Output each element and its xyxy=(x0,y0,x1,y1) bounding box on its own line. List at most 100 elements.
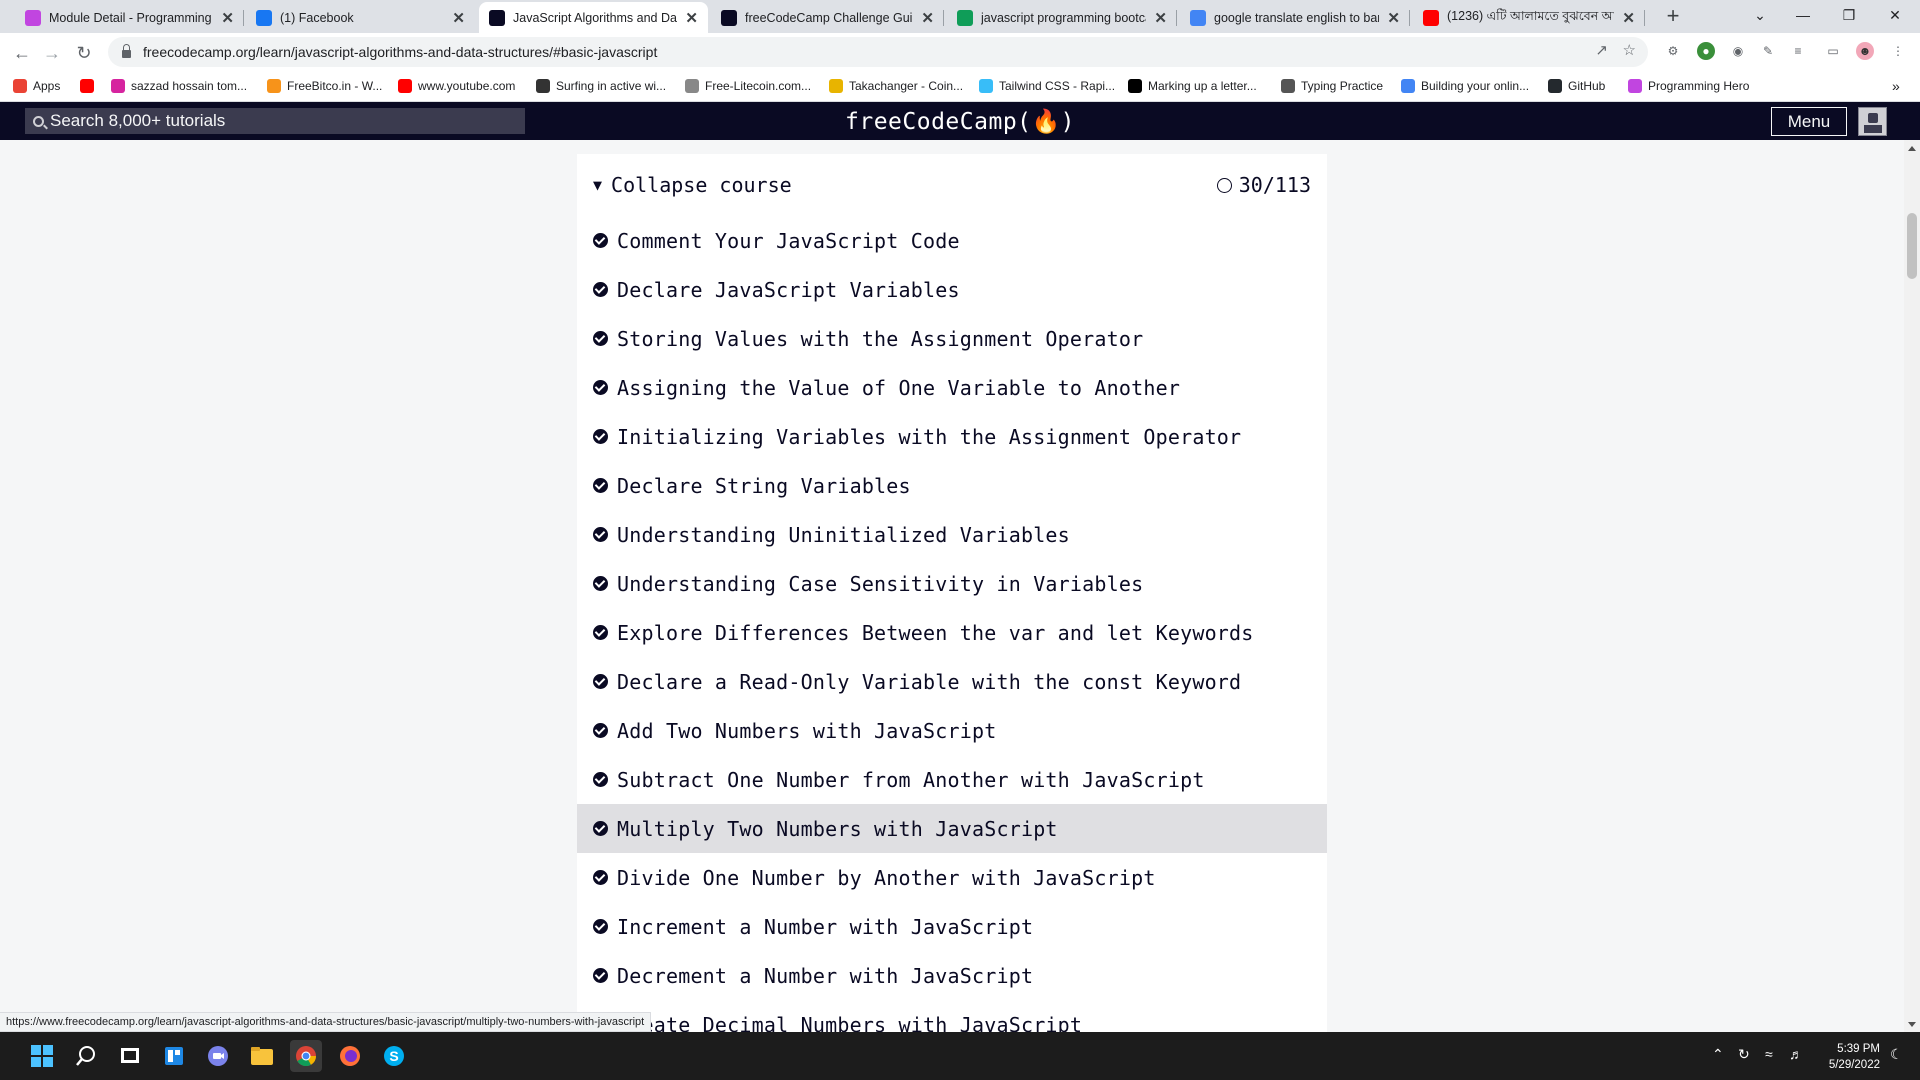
lesson-link[interactable]: Declare JavaScript Variables xyxy=(577,265,1327,314)
forward-button[interactable]: → xyxy=(39,40,65,66)
bookmark-item[interactable]: GitHub xyxy=(1548,76,1605,96)
teams-chat-icon[interactable] xyxy=(202,1040,234,1072)
lesson-link[interactable]: Storing Values with the Assignment Opera… xyxy=(577,314,1327,363)
widgets-icon[interactable] xyxy=(158,1040,190,1072)
tab-close-icon[interactable]: ✕ xyxy=(1622,9,1635,27)
lesson-link[interactable]: Multiply Two Numbers with JavaScript xyxy=(577,804,1327,853)
scroll-down-arrow-icon[interactable] xyxy=(1908,1022,1916,1027)
browser-tab[interactable]: (1) Facebook ✕ xyxy=(246,2,475,33)
share-icon[interactable]: ↗ xyxy=(1595,41,1608,59)
reload-button[interactable]: ↻ xyxy=(71,40,97,66)
lesson-link[interactable]: Initializing Variables with the Assignme… xyxy=(577,412,1327,461)
bookmark-item[interactable]: Typing Practice xyxy=(1281,76,1383,96)
lesson-link[interactable]: Decrement a Number with JavaScript xyxy=(577,951,1327,1000)
lesson-link[interactable]: Understanding Uninitialized Variables xyxy=(577,510,1327,559)
scroll-up-arrow-icon[interactable] xyxy=(1908,146,1916,151)
url-bar[interactable]: freecodecamp.org/learn/javascript-algori… xyxy=(108,37,1648,67)
lesson-title: Create Decimal Numbers with JavaScript xyxy=(617,1012,1083,1033)
browser-tab[interactable]: JavaScript Algorithms and Data ✕ xyxy=(479,2,708,33)
tab-close-icon[interactable]: ✕ xyxy=(221,9,234,27)
page-scrollbar[interactable] xyxy=(1904,140,1920,1032)
bookmark-item[interactable]: Building your onlin... xyxy=(1401,76,1529,96)
profile-avatar-icon[interactable]: ☻ xyxy=(1856,42,1874,60)
system-clock[interactable]: 5:39 PM 5/29/2022 xyxy=(1818,1041,1880,1073)
lesson-link[interactable]: Understanding Case Sensitivity in Variab… xyxy=(577,559,1327,608)
lesson-title: Assigning the Value of One Variable to A… xyxy=(617,375,1181,400)
apps-grid-icon xyxy=(13,79,27,93)
caret-down-icon: ▼ xyxy=(593,176,603,194)
reading-list-icon[interactable]: ≡ xyxy=(1789,42,1807,60)
course-block: ▼ Collapse course 30/113 Comment Your Ja… xyxy=(577,154,1327,1032)
browser-tab[interactable]: javascript programming bootca ✕ xyxy=(947,2,1177,33)
bookmark-item[interactable]: Apps xyxy=(13,76,60,96)
bookmark-star-icon[interactable]: ☆ xyxy=(1623,41,1636,59)
lesson-link[interactable]: Increment a Number with JavaScript xyxy=(577,902,1327,951)
chrome-menu-icon[interactable]: ⋮ xyxy=(1889,42,1907,60)
bookmark-item[interactable]: www.youtube.com xyxy=(398,76,515,96)
lesson-title: Understanding Case Sensitivity in Variab… xyxy=(617,571,1144,596)
bookmark-item[interactable]: Programming Hero xyxy=(1628,76,1749,96)
bookmark-item[interactable]: Tailwind CSS - Rapi... xyxy=(979,76,1115,96)
skype-icon[interactable]: S xyxy=(378,1040,410,1072)
user-avatar[interactable] xyxy=(1858,107,1887,136)
wifi-icon[interactable]: ≈ xyxy=(1765,1046,1773,1062)
side-panel-icon[interactable]: ▭ xyxy=(1824,42,1842,60)
tab-close-icon[interactable]: ✕ xyxy=(1154,9,1167,27)
fcc-logo[interactable]: freeCodeCamp(🔥) xyxy=(0,108,1920,135)
translate-extension-icon[interactable]: ⚙ xyxy=(1664,42,1682,60)
bookmarks-bar: Apps sazzad hossain tom... FreeBitco.in - … xyxy=(0,71,1920,102)
file-explorer-icon[interactable] xyxy=(246,1040,278,1072)
bookmark-item[interactable]: Marking up a letter... xyxy=(1128,76,1257,96)
menu-button[interactable]: Menu xyxy=(1771,107,1847,136)
camera-extension-icon[interactable]: ◉ xyxy=(1729,42,1747,60)
lesson-title: Add Two Numbers with JavaScript xyxy=(617,718,997,743)
sync-icon[interactable]: ↻ xyxy=(1738,1046,1750,1063)
minimize-button[interactable]: — xyxy=(1780,0,1826,30)
lesson-title: Explore Differences Between the var and … xyxy=(617,620,1254,645)
bookmark-label: Takachanger - Coin... xyxy=(849,79,964,93)
lesson-link[interactable]: Explore Differences Between the var and … xyxy=(577,608,1327,657)
bookmark-item[interactable]: Surfing in active wi... xyxy=(536,76,666,96)
bookmark-item[interactable]: Free-Litecoin.com... xyxy=(685,76,811,96)
browser-tab[interactable]: google translate english to banç ✕ xyxy=(1180,2,1410,33)
lesson-link[interactable]: Add Two Numbers with JavaScript xyxy=(577,706,1327,755)
bookmark-item[interactable]: sazzad hossain tom... xyxy=(111,76,247,96)
scrollbar-thumb[interactable] xyxy=(1907,213,1917,279)
chrome-icon[interactable] xyxy=(290,1040,322,1072)
close-window-button[interactable]: ✕ xyxy=(1872,0,1918,30)
lesson-link[interactable]: Assigning the Value of One Variable to A… xyxy=(577,363,1327,412)
tray-chevron-up-icon[interactable]: ⌃ xyxy=(1712,1046,1724,1063)
lesson-link[interactable]: Declare a Read-Only Variable with the co… xyxy=(577,657,1327,706)
back-button[interactable]: ← xyxy=(9,40,35,66)
firefox-icon[interactable] xyxy=(334,1040,366,1072)
bookmark-item[interactable]: FreeBitco.in - W... xyxy=(267,76,382,96)
bookmarks-overflow-button[interactable]: » xyxy=(1892,76,1900,96)
bookmark-item[interactable]: Takachanger - Coin... xyxy=(829,76,963,96)
lesson-link[interactable]: Comment Your JavaScript Code xyxy=(577,216,1327,265)
browser-tab[interactable]: (1236) এটি আলামতে বুঝবেন আ ✕ xyxy=(1413,2,1645,33)
tab-close-icon[interactable]: ✕ xyxy=(685,9,698,27)
volume-icon[interactable]: ♬ xyxy=(1789,1046,1803,1062)
lesson-link[interactable]: Create Decimal Numbers with JavaScript xyxy=(577,1000,1327,1032)
task-view-icon[interactable] xyxy=(114,1040,146,1072)
lesson-link[interactable]: Divide One Number by Another with JavaSc… xyxy=(577,853,1327,902)
tab-close-icon[interactable]: ✕ xyxy=(1387,9,1400,27)
browser-tab[interactable]: freeCodeCamp Challenge Guide ✕ xyxy=(711,2,944,33)
check-circle-icon xyxy=(593,723,608,738)
windows-start-icon[interactable] xyxy=(26,1040,58,1072)
browser-tab[interactable]: Module Detail - Programming H ✕ xyxy=(15,2,244,33)
bookmark-item[interactable] xyxy=(80,76,94,96)
tab-search-chevron-icon[interactable]: ⌄ xyxy=(1737,0,1783,30)
collapse-course-button[interactable]: ▼ Collapse course 30/113 xyxy=(577,154,1327,216)
extension-green-icon[interactable]: ● xyxy=(1697,42,1715,60)
tab-close-icon[interactable]: ✕ xyxy=(452,9,465,27)
tab-close-icon[interactable]: ✕ xyxy=(921,9,934,27)
notification-icon[interactable]: ☾ xyxy=(1890,1046,1903,1063)
new-tab-button[interactable]: + xyxy=(1661,5,1685,29)
surf-icon xyxy=(536,79,550,93)
lesson-link[interactable]: Declare String Variables xyxy=(577,461,1327,510)
extensions-puzzle-icon[interactable]: ✎ xyxy=(1759,42,1777,60)
maximize-button[interactable]: ❐ xyxy=(1826,0,1872,30)
search-icon[interactable] xyxy=(70,1040,102,1072)
lesson-link[interactable]: Subtract One Number from Another with Ja… xyxy=(577,755,1327,804)
